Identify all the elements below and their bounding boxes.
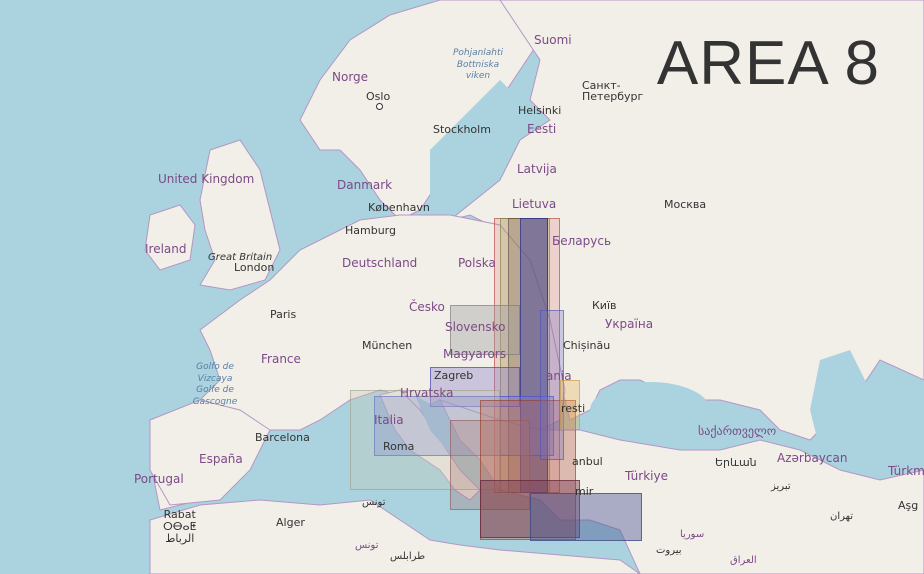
- label-italia[interactable]: Italia: [374, 414, 404, 426]
- city-icon: [376, 103, 383, 110]
- label-bucuresti-fragment[interactable]: resti: [561, 403, 585, 414]
- label-syria[interactable]: سوريا: [680, 530, 704, 540]
- label-chisinau[interactable]: Chișinău: [563, 340, 610, 351]
- label-bothnia[interactable]: Pohjanlahti Bottniska viken: [448, 48, 508, 83]
- label-magyarorszag[interactable]: Magyarors: [443, 348, 506, 360]
- label-istanbul-fragment[interactable]: anbul: [572, 456, 603, 467]
- label-kyiv[interactable]: Київ: [592, 300, 617, 311]
- label-alger[interactable]: Alger: [276, 517, 305, 528]
- label-cesko[interactable]: Česko: [409, 301, 445, 313]
- label-paris[interactable]: Paris: [270, 309, 296, 320]
- label-latvija[interactable]: Latvija: [517, 163, 557, 175]
- label-izmir-fragment[interactable]: mir: [575, 486, 593, 497]
- label-rabat[interactable]: Rabat ⵔⴱⴰⵟ الرباط: [163, 508, 196, 545]
- label-roma[interactable]: Roma: [383, 441, 414, 452]
- label-slovensko[interactable]: Slovensko: [445, 321, 506, 333]
- label-oslo[interactable]: Oslo: [366, 91, 390, 110]
- label-tabriz[interactable]: تبریز: [771, 482, 791, 492]
- label-hrvatska[interactable]: Hrvatska: [400, 387, 453, 399]
- label-azerbaycan[interactable]: Azərbaycan: [777, 452, 847, 464]
- label-suomi[interactable]: Suomi: [534, 34, 572, 46]
- label-kobenhavn[interactable]: København: [368, 202, 430, 213]
- label-sakartvelo[interactable]: საქართველო: [698, 425, 776, 437]
- label-portugal[interactable]: Portugal: [134, 473, 184, 485]
- land-ireland: [144, 204, 196, 271]
- label-espana[interactable]: España: [199, 453, 243, 465]
- black-sea: [590, 382, 710, 438]
- label-tunis-country[interactable]: تونس: [355, 541, 378, 551]
- label-france[interactable]: France: [261, 353, 301, 365]
- area-title: AREA 8: [656, 29, 880, 98]
- label-moskva[interactable]: Москва: [664, 199, 706, 210]
- label-munchen[interactable]: München: [362, 340, 412, 351]
- label-ukraina[interactable]: Україна: [605, 318, 653, 330]
- label-stockholm[interactable]: Stockholm: [433, 124, 491, 135]
- label-beirut[interactable]: بيروت: [656, 546, 682, 556]
- label-spb[interactable]: Санкт-Петербург: [582, 80, 652, 102]
- label-ireland[interactable]: Ireland: [145, 243, 187, 255]
- label-barcelona[interactable]: Barcelona: [255, 432, 310, 443]
- label-tarabulus[interactable]: طرابلس: [390, 552, 425, 562]
- label-turkm-fragment[interactable]: Türkm: [888, 465, 924, 477]
- label-zagreb[interactable]: Zagreb: [434, 370, 473, 381]
- label-iraq[interactable]: العراق: [730, 556, 757, 566]
- label-uk[interactable]: United Kingdom: [158, 173, 254, 185]
- label-tunis[interactable]: تونس: [362, 498, 385, 508]
- label-eesti[interactable]: Eesti: [527, 123, 556, 135]
- label-london[interactable]: London: [234, 262, 274, 273]
- label-yerevan[interactable]: Երևան: [715, 457, 757, 468]
- label-norge[interactable]: Norge: [332, 71, 368, 83]
- area-rect[interactable]: [530, 493, 642, 541]
- label-romania-fragment[interactable]: ania: [546, 370, 572, 382]
- label-hamburg[interactable]: Hamburg: [345, 225, 396, 236]
- label-polska[interactable]: Polska: [458, 257, 496, 269]
- label-tehran[interactable]: تهران: [830, 512, 853, 522]
- label-deutschland[interactable]: Deutschland: [342, 257, 417, 269]
- label-ashgabat-fragment[interactable]: Aşg: [898, 500, 918, 511]
- label-turkiye[interactable]: Türkiye: [625, 470, 668, 482]
- label-golfo[interactable]: Golfo de Vizcaya Golfe de Gascogne: [185, 362, 245, 409]
- label-helsinki[interactable]: Helsinki: [518, 105, 561, 116]
- label-danmark[interactable]: Danmark: [337, 179, 392, 191]
- label-belarus[interactable]: Беларусь: [552, 235, 611, 247]
- label-lietuva[interactable]: Lietuva: [512, 198, 556, 210]
